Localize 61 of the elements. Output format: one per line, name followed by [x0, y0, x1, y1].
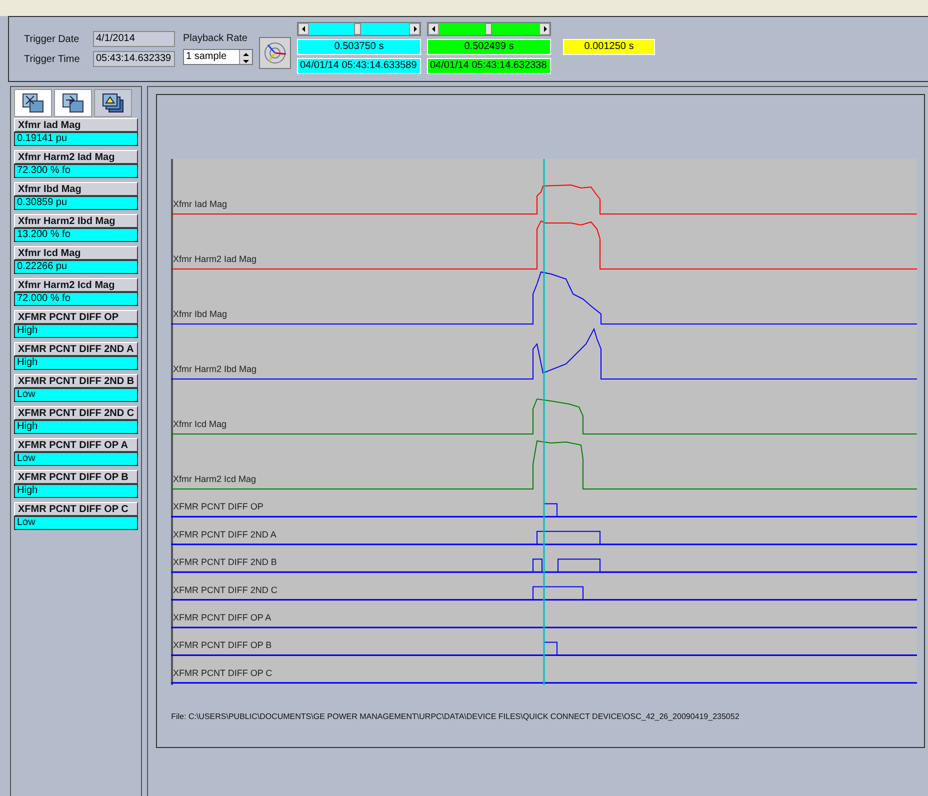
cursor-slider[interactable] — [427, 22, 551, 36]
trace-label: XFMR PCNT DIFF OP A — [173, 612, 272, 622]
slider-thumb[interactable] — [354, 23, 361, 35]
channel-button[interactable]: XFMR PCNT DIFF 2ND C — [14, 406, 138, 420]
channel-value: 0.22266 pu — [14, 260, 138, 274]
channel-value: High — [14, 484, 138, 498]
channel-button[interactable]: Xfmr Ibd Mag — [14, 182, 138, 196]
channel-button[interactable]: XFMR PCNT DIFF OP — [14, 310, 138, 324]
channel-button[interactable]: Xfmr Harm2 Icd Mag — [14, 278, 138, 292]
trace-label: XFMR PCNT DIFF OP — [173, 502, 264, 512]
channel-button[interactable]: Xfmr Icd Mag — [14, 246, 138, 260]
channel-button[interactable]: XFMR PCNT DIFF 2ND A — [14, 342, 138, 356]
cursor-two-icon[interactable] — [54, 89, 92, 117]
cursor-delta-value: 0.001250 s — [563, 39, 655, 55]
cursor-slider[interactable] — [297, 22, 421, 36]
channel-button[interactable]: Xfmr Iad Mag — [14, 118, 138, 132]
channel-button[interactable]: XFMR PCNT DIFF OP A — [14, 438, 138, 452]
trace-label: Xfmr Harm2 Iad Mag — [173, 254, 257, 264]
phasor-button[interactable] — [259, 37, 291, 69]
channel-value: Low — [14, 516, 138, 530]
channel-value: Low — [14, 452, 138, 466]
channel-value: High — [14, 356, 138, 370]
stacked-windows-icon[interactable] — [94, 89, 132, 117]
channel-value: 0.19141 pu — [14, 132, 138, 146]
trace-label: XFMR PCNT DIFF OP B — [173, 640, 272, 650]
trace-label: XFMR PCNT DIFF OP C — [173, 668, 272, 678]
channel-button[interactable]: Xfmr Harm2 Ibd Mag — [14, 214, 138, 228]
cursor-one-icon[interactable] — [14, 89, 52, 117]
trace-label: XFMR PCNT DIFF 2ND B — [173, 557, 277, 568]
trace-label: XFMR PCNT DIFF 2ND A — [173, 529, 276, 540]
channel-button[interactable]: XFMR PCNT DIFF OP B — [14, 470, 138, 484]
channel-value: High — [14, 324, 138, 338]
channel-value: High — [14, 420, 138, 434]
trace-label: Xfmr Harm2 Ibd Mag — [173, 364, 257, 374]
trace-label: Xfmr Ibd Mag — [173, 309, 228, 319]
playback-rate-spinner[interactable]: 1 sample — [183, 49, 253, 65]
file-path-text: File: C:\USERS\PUBLIC\DOCUMENTS\GE POWER MANAGEMENT\URPC\DATA\DEVICE FILES\QUICK CONNECT DEVICE\OSC_42_26_20090419_235052 — [171, 712, 740, 721]
trigger-time-label: Trigger Time — [24, 54, 81, 64]
cursor-timestamp: 04/01/14 05:43:14.632338 — [427, 58, 551, 74]
channel-value: 72.000 % fo — [14, 292, 138, 306]
channel-button[interactable]: XFMR PCNT DIFF 2ND B — [14, 374, 138, 388]
cursor-time-value: 0.502499 s — [427, 39, 551, 55]
channel-value: 0.30859 pu — [14, 196, 138, 210]
cursor-time-value: 0.503750 s — [297, 39, 421, 55]
trigger-time-field: 05:43:14.632339 — [93, 51, 175, 67]
left-arrow-icon[interactable] — [300, 25, 308, 33]
playback-rate-label: Playback Rate — [183, 33, 248, 44]
channel-value: Low — [14, 388, 138, 402]
slider-thumb[interactable] — [485, 23, 492, 35]
channel-value: 13.200 % fo — [14, 228, 138, 242]
left-arrow-icon[interactable] — [430, 25, 438, 33]
trace-label: Xfmr Icd Mag — [173, 419, 227, 429]
channel-button[interactable]: Xfmr Harm2 Iad Mag — [14, 150, 138, 164]
channel-value: 72.300 % fo — [14, 164, 138, 178]
channel-button[interactable]: XFMR PCNT DIFF OP C — [14, 502, 138, 516]
trigger-date-field: 4/1/2014 — [93, 31, 175, 47]
cursor-timestamp: 04/01/14 05:43:14.633589 — [297, 58, 421, 74]
trace-label: Xfmr Iad Mag — [173, 199, 228, 209]
trigger-date-label: Trigger Date — [24, 34, 80, 44]
trace-label: Xfmr Harm2 Icd Mag — [173, 474, 256, 484]
trace-label: XFMR PCNT DIFF 2ND C — [173, 584, 278, 595]
